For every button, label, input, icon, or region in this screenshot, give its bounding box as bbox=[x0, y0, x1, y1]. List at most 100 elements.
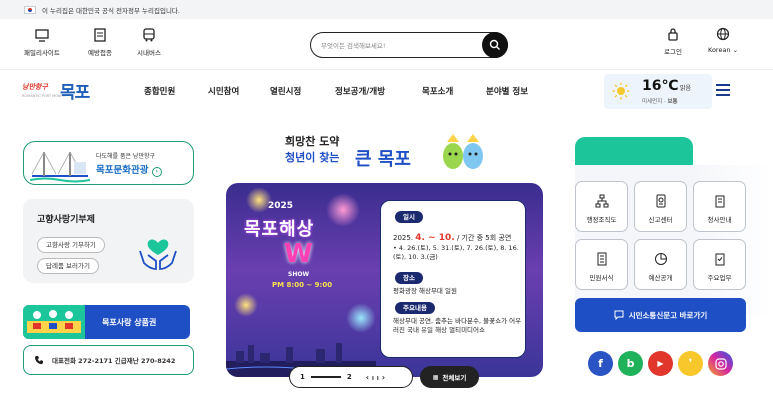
festival-info-panel: 일시 2025. 4. ~ 10. / 기간 중 5회 공연 • 4. 26.(… bbox=[380, 200, 526, 358]
slide-current: 1 bbox=[300, 373, 305, 381]
phone-icon bbox=[35, 356, 43, 365]
org-chart-icon bbox=[595, 194, 608, 208]
tile-label: 청사안내 bbox=[707, 216, 732, 224]
bridge-illustration-icon bbox=[30, 151, 90, 183]
vaccination-label: 예방접종 bbox=[88, 49, 112, 57]
phone-numbers: 대표전화 272-2171 긴급재난 270-8242 bbox=[52, 357, 176, 365]
nav-item-participation[interactable]: 시민참여 bbox=[208, 85, 239, 97]
pie-chart-icon bbox=[654, 253, 667, 265]
search-icon bbox=[489, 39, 500, 50]
tile-label: 신고센터 bbox=[648, 216, 673, 224]
tile-building-guide[interactable]: 청사안내 bbox=[693, 181, 746, 232]
search-button[interactable] bbox=[482, 32, 508, 58]
gov-notice-text: 이 누리집은 대한민국 공식 전자정부 누리집입니다. bbox=[42, 6, 180, 15]
gift-certificate-card[interactable]: 목포사랑 상품권 bbox=[23, 305, 190, 339]
grid-icon: ▦ bbox=[432, 373, 439, 381]
hometown-donation-card: 고향사랑기부제 고향사랑 기부하기 답례품 보러가기 bbox=[23, 199, 194, 283]
city-bus-link[interactable]: 시내버스 bbox=[137, 27, 161, 57]
logo-name: 목포 bbox=[60, 83, 90, 103]
arrow-circle-icon: › bbox=[151, 167, 162, 177]
page: 이 누리집은 대한민국 공식 전자정부 누리집입니다. 패밀리사이트 예방접종 … bbox=[0, 0, 773, 418]
tile-label: 주요업무 bbox=[707, 274, 732, 282]
search-input[interactable]: 무엇이든 검색해보세요! bbox=[310, 32, 508, 58]
blog-icon[interactable]: b bbox=[618, 351, 643, 376]
login-label: 로그인 bbox=[664, 48, 682, 56]
headline-line1: 희망찬 도약 bbox=[285, 135, 340, 148]
login-link[interactable]: 로그인 bbox=[664, 27, 682, 56]
language-label: Korean ⌄ bbox=[708, 46, 739, 54]
view-gifts-button[interactable]: 답례품 보러가기 bbox=[37, 258, 99, 274]
gift-certificate-label: 목포사랑 상품권 bbox=[102, 318, 157, 327]
tag-content: 주요내용 bbox=[395, 302, 435, 314]
view-all-label: 전체보기 bbox=[442, 374, 467, 382]
tag-place: 장소 bbox=[395, 272, 423, 284]
mokpo-logo[interactable]: 낭만항구 ROMANTIC PORT MOKPO 목포 bbox=[22, 76, 92, 106]
nav-item-info-disclosure[interactable]: 정보공개/개방 bbox=[335, 85, 385, 97]
dust-info: 미세먼지 · 보통 bbox=[642, 99, 678, 105]
tag-date: 일시 bbox=[395, 211, 423, 223]
view-all-button[interactable]: ▦ 전체보기 bbox=[420, 366, 479, 388]
banner-time: PM 8:00 ~ 9:00 bbox=[272, 281, 333, 289]
tile-civil-forms[interactable]: 민원서식 bbox=[575, 239, 628, 290]
festival-banner[interactable]: 2025 목포해상 W SHOW PM 8:00 ~ 9:00 일시 2025.… bbox=[226, 183, 543, 377]
menu-icon[interactable] bbox=[716, 84, 730, 96]
tile-org-chart[interactable]: 행정조직도 bbox=[575, 181, 628, 232]
next-slide-icon[interactable]: › bbox=[382, 373, 388, 382]
vaccination-link[interactable]: 예방접종 bbox=[88, 27, 112, 57]
report-icon bbox=[656, 194, 665, 208]
family-sites-label: 패밀리사이트 bbox=[24, 49, 60, 57]
banner-show: SHOW bbox=[288, 271, 310, 278]
lock-icon bbox=[668, 28, 678, 41]
sun-icon bbox=[612, 82, 630, 100]
culture-tourism-card[interactable]: 다도해를 품은 낭만항구 목포문화관광 › bbox=[23, 141, 194, 185]
document-icon bbox=[94, 28, 106, 42]
search-placeholder: 무엇이든 검색해보세요! bbox=[321, 42, 386, 50]
pause-icon[interactable]: II bbox=[372, 376, 382, 382]
nav-item-field-info[interactable]: 분야별 정보 bbox=[486, 85, 528, 97]
nav-item-civil-affairs[interactable]: 종합민원 bbox=[144, 85, 175, 97]
festival-date: 2025. 4. ~ 10. / 기간 중 5회 공연 bbox=[393, 233, 512, 243]
donate-button[interactable]: 고향사랑 기부하기 bbox=[37, 237, 105, 253]
slide-total: 2 bbox=[346, 373, 352, 381]
bus-icon bbox=[143, 28, 155, 42]
banner-year: 2025 bbox=[268, 201, 294, 211]
clipboard-icon bbox=[715, 253, 724, 266]
weather-condition: 맑음 bbox=[680, 85, 692, 92]
petition-label: 시민소통신문고 바로가기 bbox=[628, 310, 708, 320]
city-bus-label: 시내버스 bbox=[137, 49, 161, 57]
tile-main-tasks[interactable]: 주요업무 bbox=[693, 239, 746, 290]
facebook-icon[interactable]: f bbox=[588, 351, 613, 376]
tile-label: 민원서식 bbox=[589, 274, 614, 282]
headline-big: 큰 목포 bbox=[355, 149, 411, 170]
weather-widget: 16℃ 맑음 미세먼지 · 보통 bbox=[604, 74, 712, 109]
gov-notice-bar: 이 누리집은 대한민국 공식 전자정부 누리집입니다. bbox=[0, 0, 773, 19]
utility-bar: 패밀리사이트 예방접종 시내버스 무엇이든 검색해보세요! 로그인 Korean… bbox=[0, 19, 773, 69]
slide-progress-bar bbox=[310, 376, 341, 378]
banner-w-logo: W bbox=[284, 239, 313, 269]
mascot-illustration-icon bbox=[443, 134, 483, 169]
nav-item-open-admin[interactable]: 열린시정 bbox=[270, 85, 301, 97]
festival-content: 해상무대 공연, 춤추는 바다분수, 불꽃쇼가 어우러진 국내 유일 해상 멀티… bbox=[393, 317, 522, 334]
tile-report-center[interactable]: 신고센터 bbox=[634, 181, 687, 232]
building-icon bbox=[715, 195, 724, 208]
korea-flag-icon bbox=[24, 5, 36, 14]
youtube-icon[interactable]: ▶ bbox=[648, 351, 673, 376]
shopping-illustration-icon bbox=[23, 305, 85, 339]
banner-title: 목포해상 bbox=[244, 219, 315, 240]
kakao-icon[interactable]: ❜ bbox=[678, 351, 703, 376]
nav-item-about-mokpo[interactable]: 목포소개 bbox=[422, 85, 453, 97]
headline-line2: 청년이 찾는 bbox=[285, 151, 340, 164]
tour-title: 목포문화관광 › bbox=[96, 162, 162, 177]
instagram-icon[interactable] bbox=[708, 351, 733, 376]
family-sites-link[interactable]: 패밀리사이트 bbox=[24, 27, 60, 57]
tile-budget[interactable]: 예산공개 bbox=[634, 239, 687, 290]
phone-card: 대표전화 272-2171 긴급재난 270-8242 bbox=[23, 345, 194, 375]
festival-date-detail: • 4. 26.(토), 5. 31.(토), 7. 26.(토), 8. 16… bbox=[393, 244, 519, 261]
slider-controls: 1 2 ‹II› bbox=[289, 366, 413, 388]
main-nav: 낭만항구 ROMANTIC PORT MOKPO 목포 종합민원 시민참여 열린… bbox=[0, 69, 773, 113]
donation-title: 고향사랑기부제 bbox=[37, 215, 95, 225]
language-selector[interactable]: Korean ⌄ bbox=[708, 27, 738, 54]
petition-button[interactable]: 시민소통신문고 바로가기 bbox=[575, 298, 746, 332]
logo-slogan: 낭만항구 bbox=[22, 83, 48, 91]
tour-subtitle: 다도해를 품은 낭만항구 bbox=[96, 153, 156, 160]
